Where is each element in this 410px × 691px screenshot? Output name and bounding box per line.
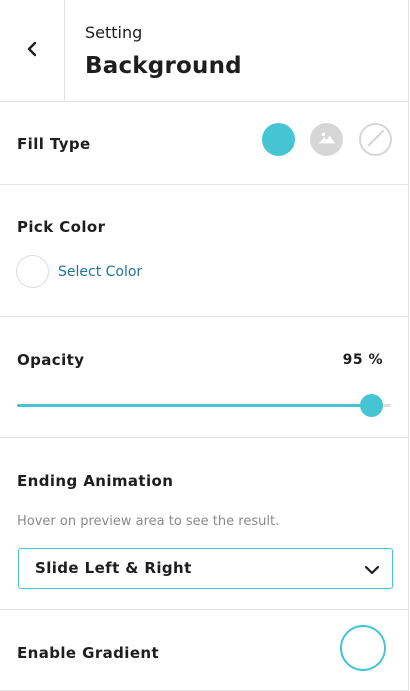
ending-animation-hint: Hover on preview area to see the result. xyxy=(17,514,280,529)
select-color-link[interactable]: Select Color xyxy=(58,264,142,280)
header-subtitle: Setting xyxy=(85,23,143,42)
fill-type-label: Fill Type xyxy=(17,135,91,153)
fill-image-option[interactable] xyxy=(310,123,343,156)
opacity-section: Opacity 95 % xyxy=(0,317,409,438)
fill-none-option[interactable] xyxy=(359,123,392,156)
image-icon xyxy=(318,129,336,151)
panel-header: Setting Background xyxy=(0,0,409,102)
opacity-value: 95 % xyxy=(342,352,383,368)
settings-panel: Setting Background Fill Type Pick Color … xyxy=(0,0,409,691)
ending-animation-selected: Slide Left & Right xyxy=(35,559,192,577)
none-slash-icon xyxy=(365,127,387,153)
opacity-label: Opacity xyxy=(17,351,85,369)
opacity-slider[interactable] xyxy=(17,394,391,417)
pick-color-section: Pick Color Select Color xyxy=(0,185,409,317)
page-title: Background xyxy=(85,53,242,79)
enable-gradient-label: Enable Gradient xyxy=(17,644,160,662)
chevron-down-icon xyxy=(364,562,380,578)
back-button[interactable] xyxy=(0,0,65,102)
fill-type-section: Fill Type xyxy=(0,102,409,185)
color-swatch[interactable] xyxy=(16,255,49,288)
opacity-slider-fill xyxy=(17,404,373,407)
chevron-left-icon xyxy=(24,41,40,61)
ending-animation-select[interactable]: Slide Left & Right xyxy=(18,548,393,589)
ending-animation-label: Ending Animation xyxy=(17,472,174,490)
fill-color-option[interactable] xyxy=(262,123,295,156)
gradient-section: Enable Gradient xyxy=(0,610,409,691)
pick-color-label: Pick Color xyxy=(17,218,106,236)
enable-gradient-toggle[interactable] xyxy=(340,625,386,671)
